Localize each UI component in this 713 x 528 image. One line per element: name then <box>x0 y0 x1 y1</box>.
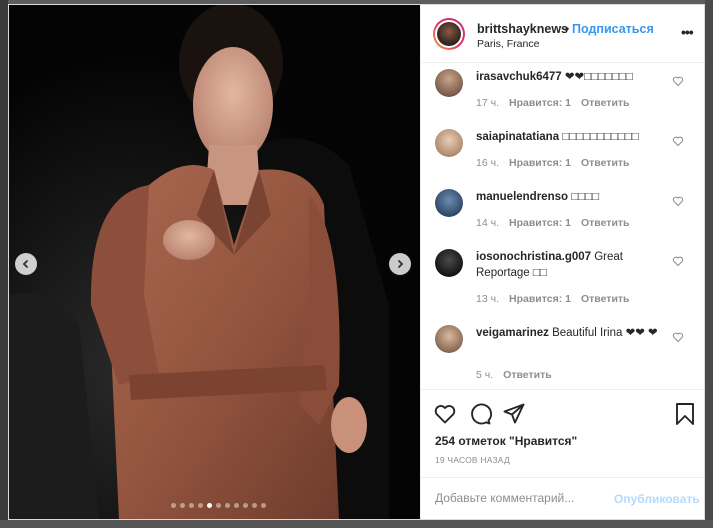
comment-likes[interactable]: Нравится: 1 <box>509 97 571 109</box>
carousel-dot <box>252 503 257 508</box>
carousel-dot <box>198 503 203 508</box>
post-photo[interactable] <box>9 5 420 519</box>
reply-button[interactable]: Ответить <box>581 293 630 305</box>
comment-meta: 5 ч. Ответить <box>476 369 552 381</box>
post-modal: brittshayknews • Подписаться Paris, Fran… <box>8 4 705 520</box>
comment-meta: 17 ч. Нравится: 1 Ответить <box>476 97 630 109</box>
follow-button[interactable]: Подписаться <box>572 22 654 36</box>
post-header: brittshayknews • Подписаться Paris, Fran… <box>421 5 705 63</box>
reply-button[interactable]: Ответить <box>581 97 630 109</box>
comment-likes[interactable]: Нравится: 1 <box>509 157 571 169</box>
carousel-dot <box>225 503 230 508</box>
carousel-prev-button[interactable] <box>15 253 37 275</box>
comment-heart-icon[interactable] <box>672 75 684 87</box>
author-username[interactable]: brittshayknews <box>477 22 568 36</box>
author-avatar[interactable] <box>433 18 465 50</box>
carousel-dot <box>180 503 185 508</box>
comment-text: manuelendrenso □□□□ <box>476 191 600 203</box>
post-side-panel: brittshayknews • Подписаться Paris, Fran… <box>420 5 705 519</box>
comment-meta: 13 ч. Нравится: 1 Ответить <box>476 293 630 305</box>
backdrop-left <box>0 0 8 528</box>
commenter-avatar[interactable] <box>435 69 463 97</box>
backdrop-right <box>705 0 713 528</box>
commenter-avatar[interactable] <box>435 189 463 217</box>
carousel-dot <box>171 503 176 508</box>
post-timestamp[interactable]: 19 ЧАСОВ НАЗАД <box>435 455 510 465</box>
photo-illustration <box>9 5 420 519</box>
post-actions: 254 отметок "Нравится" 19 ЧАСОВ НАЗАД <box>421 389 705 468</box>
commenter-avatar[interactable] <box>435 129 463 157</box>
comment-heart-icon[interactable] <box>672 135 684 147</box>
carousel-dot <box>261 503 266 508</box>
chevron-left-icon <box>22 259 29 269</box>
backdrop-bottom <box>0 520 713 528</box>
carousel-dot <box>207 503 212 508</box>
publish-button[interactable]: Опубликовать <box>614 492 700 506</box>
reply-button[interactable]: Ответить <box>503 369 552 381</box>
like-heart-icon[interactable] <box>433 402 457 426</box>
likes-count[interactable]: 254 отметок "Нравится" <box>435 434 577 448</box>
comment-meta: 16 ч. Нравится: 1 Ответить <box>476 157 630 169</box>
comment-input[interactable] <box>435 489 615 507</box>
comment-text: irasavchuk6477 ❤❤□□□□□□□ <box>476 71 633 83</box>
commenter-username[interactable]: veigamarinez <box>476 327 549 339</box>
comment-heart-icon[interactable] <box>672 331 684 343</box>
comments-list[interactable]: irasavchuk6477 ❤❤□□□□□□□ 17 ч. Нравится: … <box>421 63 705 389</box>
commenter-avatar[interactable] <box>435 325 463 353</box>
carousel-dot <box>216 503 221 508</box>
more-options-button[interactable]: ••• <box>681 24 694 40</box>
comment-likes[interactable]: Нравится: 1 <box>509 217 571 229</box>
comment-likes[interactable]: Нравится: 1 <box>509 293 571 305</box>
commenter-username[interactable]: iosonochristina.g007 <box>476 251 591 263</box>
bookmark-icon[interactable] <box>675 402 695 426</box>
add-comment-section: Опубликовать <box>421 477 705 519</box>
header-separator: • <box>565 22 570 36</box>
carousel-dot <box>189 503 194 508</box>
reply-button[interactable]: Ответить <box>581 217 630 229</box>
comment-text: saiapinatatiana □□□□□□□□□□□ <box>476 131 639 143</box>
carousel-dot <box>243 503 248 508</box>
commenter-username[interactable]: irasavchuk6477 <box>476 71 562 83</box>
reply-button[interactable]: Ответить <box>581 157 630 169</box>
post-location[interactable]: Paris, France <box>477 38 539 50</box>
carousel-dot <box>234 503 239 508</box>
comment-text: veigamarinez Beautiful Irina ❤❤ ❤ <box>476 327 658 339</box>
commenter-username[interactable]: saiapinatatiana <box>476 131 559 143</box>
share-icon[interactable] <box>502 402 526 426</box>
commenter-avatar[interactable] <box>435 249 463 277</box>
chevron-right-icon <box>397 259 404 269</box>
carousel-indicator <box>171 503 266 509</box>
comment-heart-icon[interactable] <box>672 195 684 207</box>
commenter-username[interactable]: manuelendrenso <box>476 191 568 203</box>
comment-icon[interactable] <box>468 402 492 426</box>
comment-text: iosonochristina.g007 Great Reportage □□ <box>476 251 623 279</box>
comment-meta: 14 ч. Нравится: 1 Ответить <box>476 217 630 229</box>
comment-heart-icon[interactable] <box>672 255 684 267</box>
carousel-next-button[interactable] <box>389 253 411 275</box>
